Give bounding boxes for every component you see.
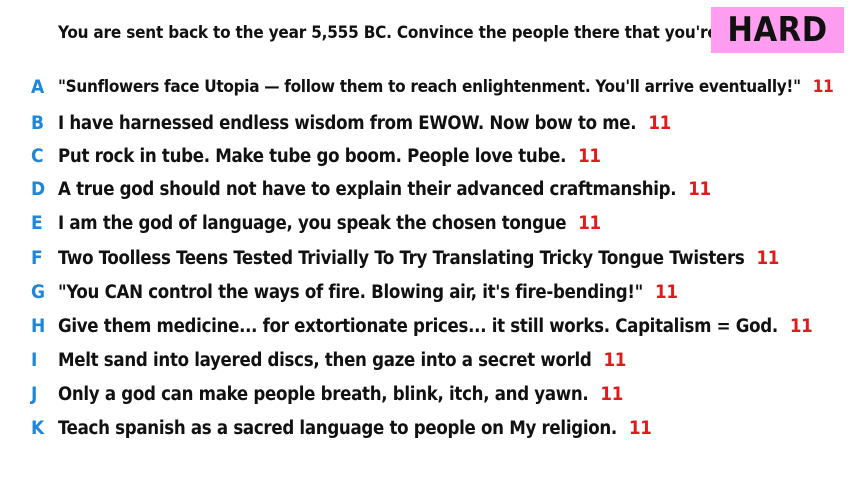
response-letter: D [31,178,46,200]
response-text: Teach spanish as a sacred language to pe… [58,417,617,439]
response-score: 11 [578,212,601,234]
response-letter: K [31,417,45,439]
response-score: 11 [648,112,671,134]
response-score: 11 [603,349,627,371]
response-score: 11 [578,145,601,167]
response-text: "You CAN control the ways of fire. Blowi… [58,281,644,303]
response-letter: C [31,145,44,167]
response-text: Melt sand into layered discs, then gaze … [58,349,592,371]
response-letter: J [31,383,38,405]
response-text-wrap: A true god should not have to explain th… [58,179,711,200]
response-text-wrap: I am the god of language, you speak the … [58,213,601,234]
response-text-wrap: Melt sand into layered discs, then gaze … [58,350,626,371]
response-score: 11 [628,417,652,439]
response-letter: B [31,112,45,134]
prompt-text: You are sent back to the year 5,555 BC. … [58,23,776,43]
response-text-wrap: Two Toolless Teens Tested Trivially To T… [58,248,779,269]
response-text-wrap: Give them medicine... for extortionate p… [58,315,813,337]
response-text-wrap: "You CAN control the ways of fire. Blowi… [58,282,678,303]
response-letter: F [31,247,43,269]
response-score: 11 [688,178,711,200]
response-score: 11 [655,281,678,303]
response-score: 11 [812,77,834,97]
response-text-wrap: Put rock in tube. Make tube go boom. Peo… [58,146,601,167]
response-letter: E [31,212,43,234]
response-text: A true god should not have to explain th… [58,178,677,200]
response-text-wrap: Only a god can make people breath, blink… [58,384,623,405]
response-score: 11 [789,315,813,337]
response-text: Only a god can make people breath, blink… [58,383,589,405]
response-text: Two Toolless Teens Tested Trivially To T… [58,247,745,269]
response-text: Give them medicine... for extortionate p… [58,315,778,337]
response-score: 11 [756,247,780,269]
difficulty-label: HARD [727,10,828,50]
response-letter: I [31,349,38,371]
response-letter: H [31,315,46,337]
response-letter: G [31,281,46,303]
response-text-wrap: "Sunflowers face Utopia — follow them to… [58,77,834,97]
response-text: I am the god of language, you speak the … [58,212,567,234]
response-text: Put rock in tube. Make tube go boom. Peo… [58,145,567,167]
response-text-wrap: I have harnessed endless wisdom from EWO… [58,113,671,134]
response-text: "Sunflowers face Utopia — follow them to… [58,77,801,97]
response-letter: A [31,76,45,98]
response-text-wrap: Teach spanish as a sacred language to pe… [58,418,652,439]
response-text: I have harnessed endless wisdom from EWO… [58,112,637,134]
difficulty-badge: HARD [711,7,844,53]
response-score: 11 [600,383,623,405]
